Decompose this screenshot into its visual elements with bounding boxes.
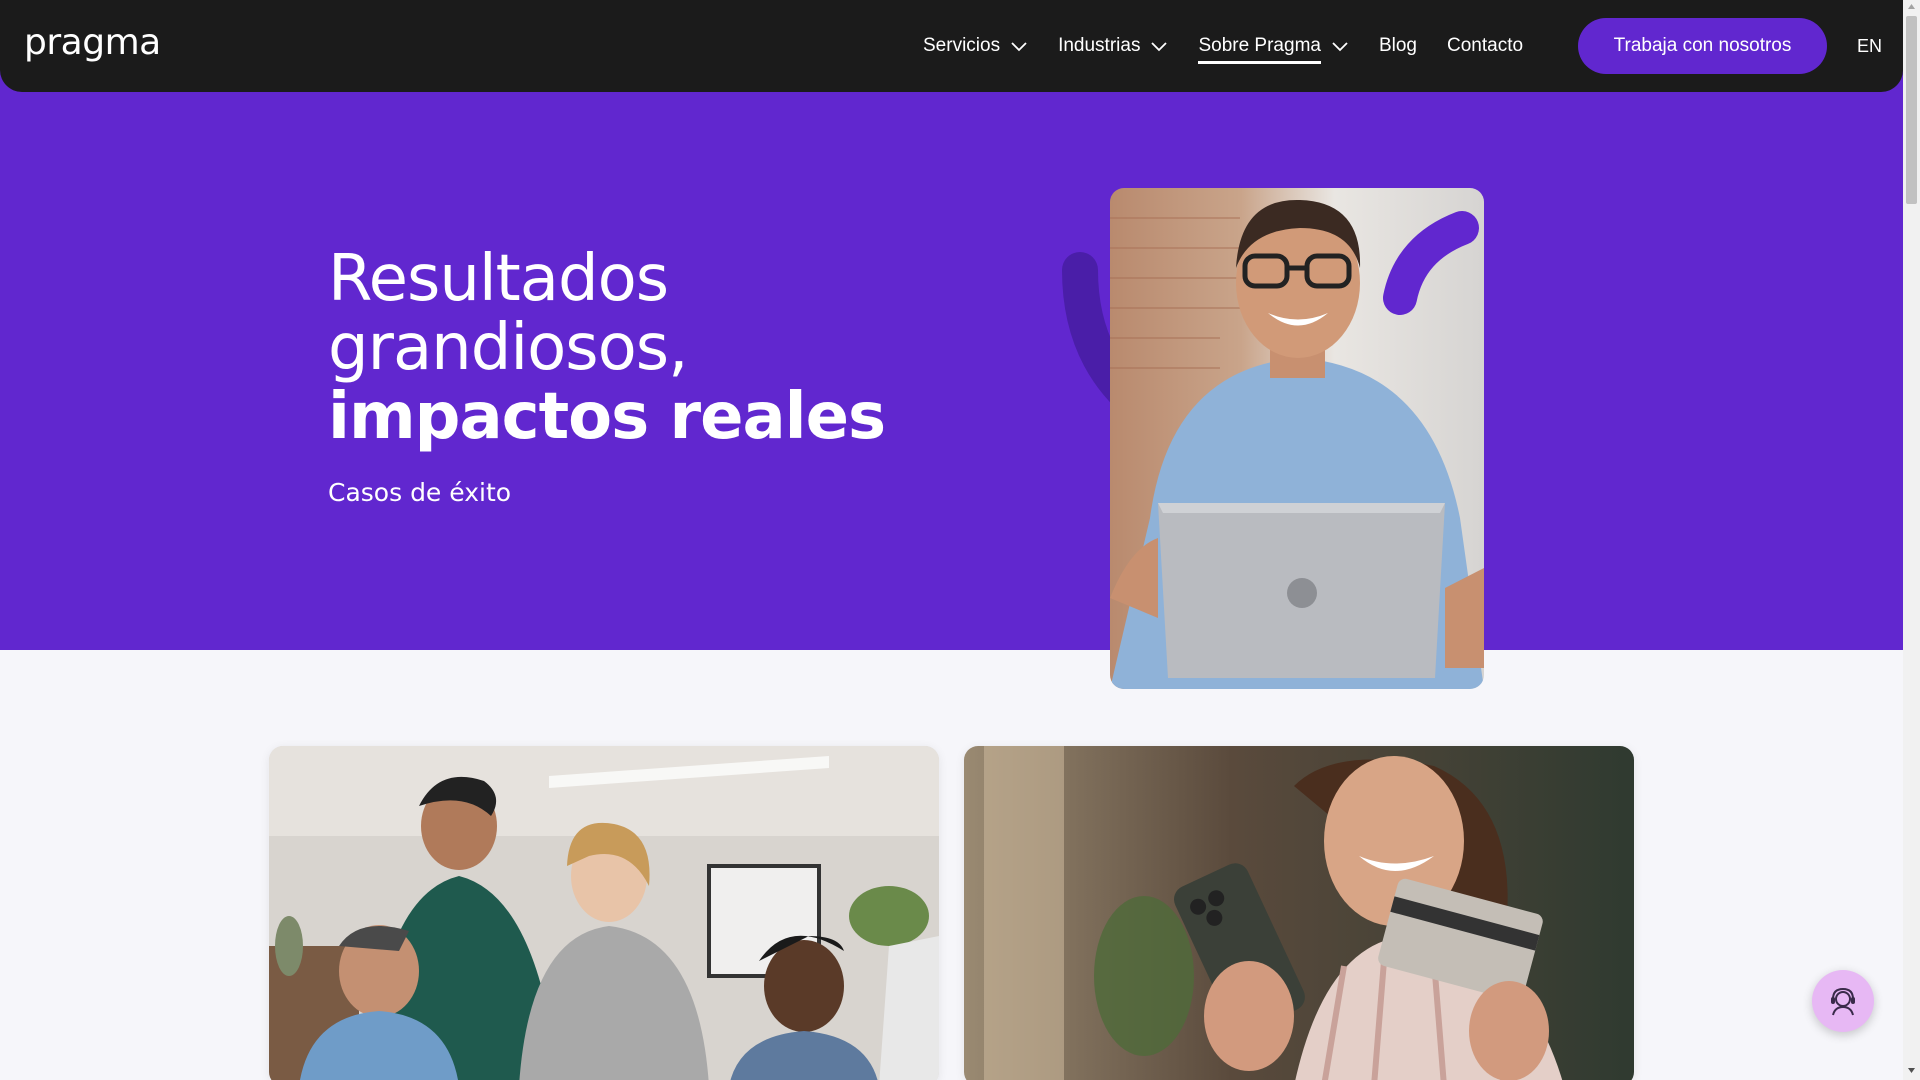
- nav-item-label: Blog: [1378, 35, 1417, 56]
- hero-photo-man-with-laptop: [1110, 188, 1484, 689]
- nav-item-blog[interactable]: Blog: [1379, 35, 1417, 57]
- work-with-us-button[interactable]: Trabaja con nosotros: [1578, 18, 1827, 74]
- hero-section: Resultados grandiosos, impactos reales C…: [0, 0, 1903, 689]
- mobile-payment-photo: [964, 746, 1634, 1080]
- nav-item-label: Sobre Pragma: [1198, 35, 1321, 64]
- nav-item-label: Industrias: [1058, 35, 1141, 56]
- nav-item-label: Contacto: [1447, 35, 1524, 56]
- chevron-down-icon: [1151, 42, 1168, 52]
- team-meeting-photo: [269, 746, 939, 1080]
- scroll-down-arrow-icon[interactable]: [1907, 1066, 1916, 1074]
- chevron-down-icon: [1011, 42, 1027, 52]
- hero-title-line-2: grandiosos,: [328, 311, 688, 385]
- vertical-scrollbar[interactable]: [1903, 0, 1920, 1080]
- pragma-logo[interactable]: pragma: [24, 22, 161, 63]
- scroll-up-arrow-icon[interactable]: [1907, 3, 1916, 11]
- hero-title: Resultados grandiosos, impactos reales: [328, 242, 886, 454]
- hero-subtitle: Casos de éxito: [328, 478, 512, 507]
- nav-item-contacto[interactable]: Contacto: [1447, 35, 1523, 57]
- hero-title-line-1: Resultados: [328, 242, 669, 316]
- case-study-card-mobile-payment[interactable]: [964, 746, 1634, 1080]
- nav-item-sobre-pragma[interactable]: Sobre Pragma: [1198, 28, 1349, 64]
- chevron-down-icon: [1332, 42, 1348, 52]
- support-agent-icon: [1831, 987, 1855, 1016]
- help-chat-button[interactable]: [1812, 970, 1874, 1032]
- top-navbar: pragma Servicios Industrias Sobre Pragma…: [0, 0, 1903, 92]
- scrollbar-thumb[interactable]: [1906, 16, 1917, 204]
- language-switch[interactable]: EN: [1857, 36, 1882, 57]
- hero-title-bold: impactos reales: [328, 380, 886, 454]
- nav-item-industrias[interactable]: Industrias: [1058, 35, 1168, 57]
- nav-item-servicios[interactable]: Servicios: [923, 35, 1028, 57]
- main-nav: Servicios Industrias Sobre Pragma Blog C…: [923, 0, 1553, 92]
- case-study-card-team-meeting[interactable]: [269, 746, 939, 1080]
- nav-item-label: Servicios: [923, 35, 1001, 56]
